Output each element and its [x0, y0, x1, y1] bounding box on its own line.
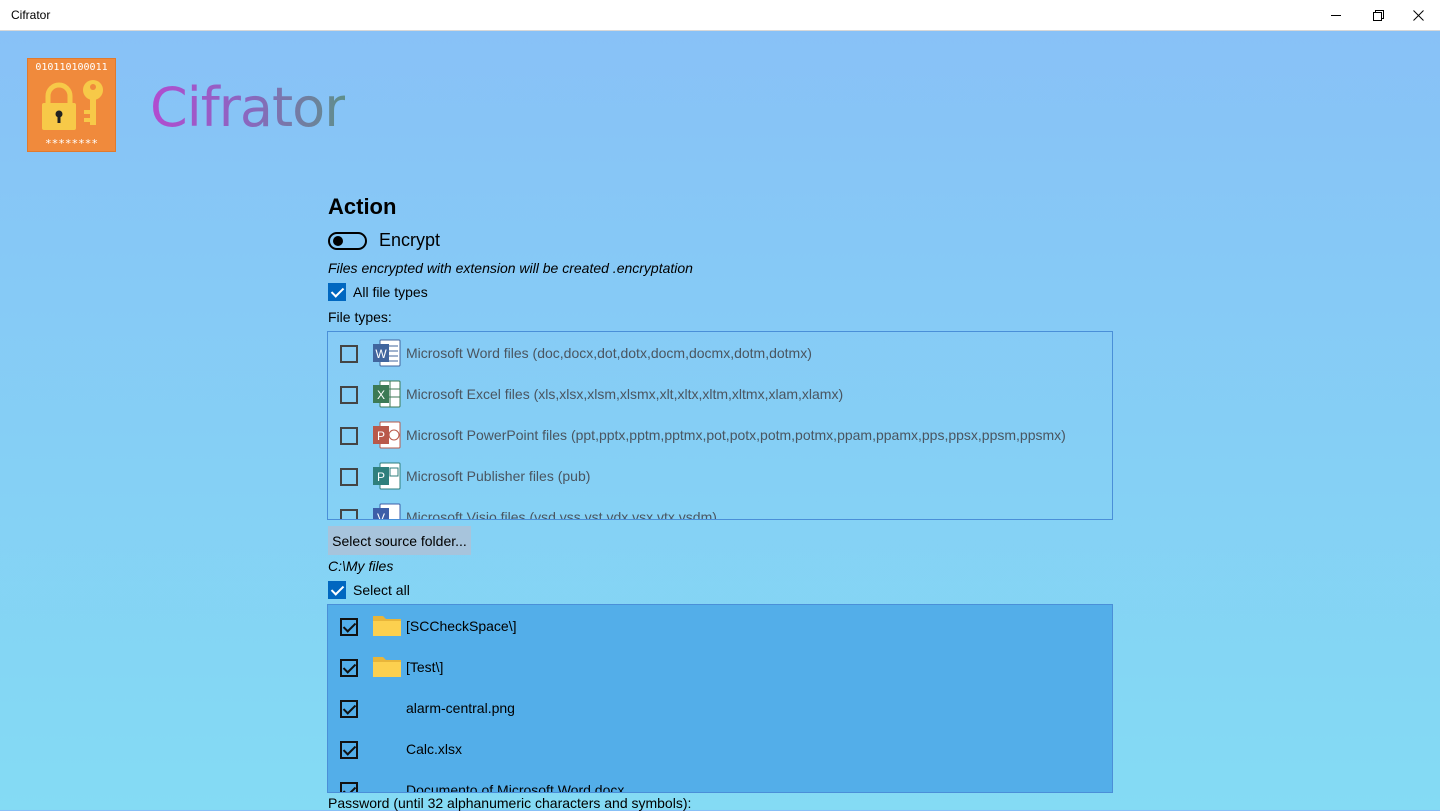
select-source-folder-button[interactable]: Select source folder... — [328, 526, 471, 555]
file-item[interactable]: [Test\] — [328, 647, 1112, 688]
folder-icon — [373, 657, 401, 677]
app-brand-title: Cifrator — [150, 76, 346, 139]
file-type-checkbox[interactable] — [340, 345, 358, 363]
files-list[interactable]: [SCCheckSpace\] [Test\] alarm-central.pn… — [327, 604, 1113, 793]
file-types-label: File types: — [328, 309, 392, 325]
file-type-item-excel[interactable]: X Microsoft Excel files (xls,xlsx,xlsm,x… — [328, 374, 1112, 415]
file-types-list[interactable]: W Microsoft Word files (doc,docx,dot,dot… — [327, 331, 1113, 520]
word-icon: W — [373, 339, 401, 367]
select-all-checkbox[interactable]: Select all — [328, 581, 410, 599]
file-name: alarm-central.png — [406, 700, 515, 716]
file-type-checkbox[interactable] — [340, 509, 358, 519]
file-type-label: Microsoft Publisher files (pub) — [406, 468, 591, 484]
visio-icon: V — [373, 503, 401, 520]
minimize-icon — [1331, 15, 1341, 16]
file-type-checkbox[interactable] — [340, 427, 358, 445]
source-path: C:\My files — [328, 558, 394, 574]
toggle-knob — [333, 235, 343, 246]
select-all-check[interactable] — [328, 581, 346, 599]
file-item[interactable]: Calc.xlsx — [328, 729, 1112, 770]
all-file-types-checkbox[interactable]: All file types — [328, 283, 428, 301]
encrypt-toggle-row: Encrypt — [328, 230, 440, 251]
folder-icon — [373, 616, 401, 636]
restore-icon — [1372, 9, 1384, 21]
password-label: Password (until 32 alphanumeric characte… — [328, 795, 692, 811]
all-file-types-check[interactable] — [328, 283, 346, 301]
file-type-item-word[interactable]: W Microsoft Word files (doc,docx,dot,dot… — [328, 333, 1112, 374]
svg-text:P: P — [377, 429, 385, 443]
file-checkbox[interactable] — [340, 659, 358, 677]
close-button[interactable] — [1395, 0, 1440, 30]
svg-text:X: X — [377, 388, 385, 402]
encryption-note: Files encrypted with extension will be c… — [328, 260, 693, 276]
select-all-label: Select all — [353, 582, 410, 598]
all-file-types-label: All file types — [353, 284, 428, 300]
publisher-icon: P — [373, 462, 401, 490]
svg-text:V: V — [377, 511, 385, 520]
file-type-item-visio[interactable]: V Microsoft Visio files (vsd,vss,vst,vdx… — [328, 497, 1112, 520]
logo-bits: 010110100011 — [35, 62, 108, 73]
encrypt-toggle-label: Encrypt — [379, 230, 441, 250]
powerpoint-icon: P — [373, 421, 401, 449]
file-checkbox[interactable] — [340, 782, 358, 792]
close-icon — [1412, 9, 1424, 21]
file-type-checkbox[interactable] — [340, 386, 358, 404]
file-type-item-publisher[interactable]: P Microsoft Publisher files (pub) — [328, 456, 1112, 497]
file-checkbox[interactable] — [340, 618, 358, 636]
svg-text:P: P — [377, 470, 385, 484]
file-type-label: Microsoft Word files (doc,docx,dot,dotx,… — [406, 345, 812, 361]
file-checkbox[interactable] — [340, 700, 358, 718]
app-logo: 010110100011 ******** — [27, 58, 116, 152]
file-name: Documento of Microsoft Word.docx — [406, 782, 625, 793]
file-type-label: Microsoft Excel files (xls,xlsx,xlsm,xls… — [406, 386, 844, 402]
title-bar: Cifrator — [0, 0, 1440, 31]
file-name: [Test\] — [406, 659, 444, 675]
file-type-item-powerpoint[interactable]: P Microsoft PowerPoint files (ppt,pptx,p… — [328, 415, 1112, 456]
encrypt-toggle[interactable] — [328, 231, 367, 250]
file-type-label: Microsoft PowerPoint files (ppt,pptx,ppt… — [406, 427, 1066, 443]
window-title: Cifrator — [11, 8, 51, 22]
file-type-label: Microsoft Visio files (vsd,vss,vst,vdx,v… — [406, 509, 717, 520]
file-item[interactable]: alarm-central.png — [328, 688, 1112, 729]
minimize-button[interactable] — [1313, 0, 1359, 30]
lock-key-icon — [42, 80, 103, 130]
file-item[interactable]: [SCCheckSpace\] — [328, 606, 1112, 647]
file-checkbox[interactable] — [340, 741, 358, 759]
file-name: [SCCheckSpace\] — [406, 618, 517, 634]
excel-icon: X — [373, 380, 401, 408]
logo-stars: ******** — [45, 137, 98, 150]
svg-text:W: W — [375, 347, 387, 361]
file-item[interactable]: Documento of Microsoft Word.docx — [328, 770, 1112, 793]
file-name: Calc.xlsx — [406, 741, 463, 757]
file-type-checkbox[interactable] — [340, 468, 358, 486]
action-heading: Action — [328, 194, 397, 219]
